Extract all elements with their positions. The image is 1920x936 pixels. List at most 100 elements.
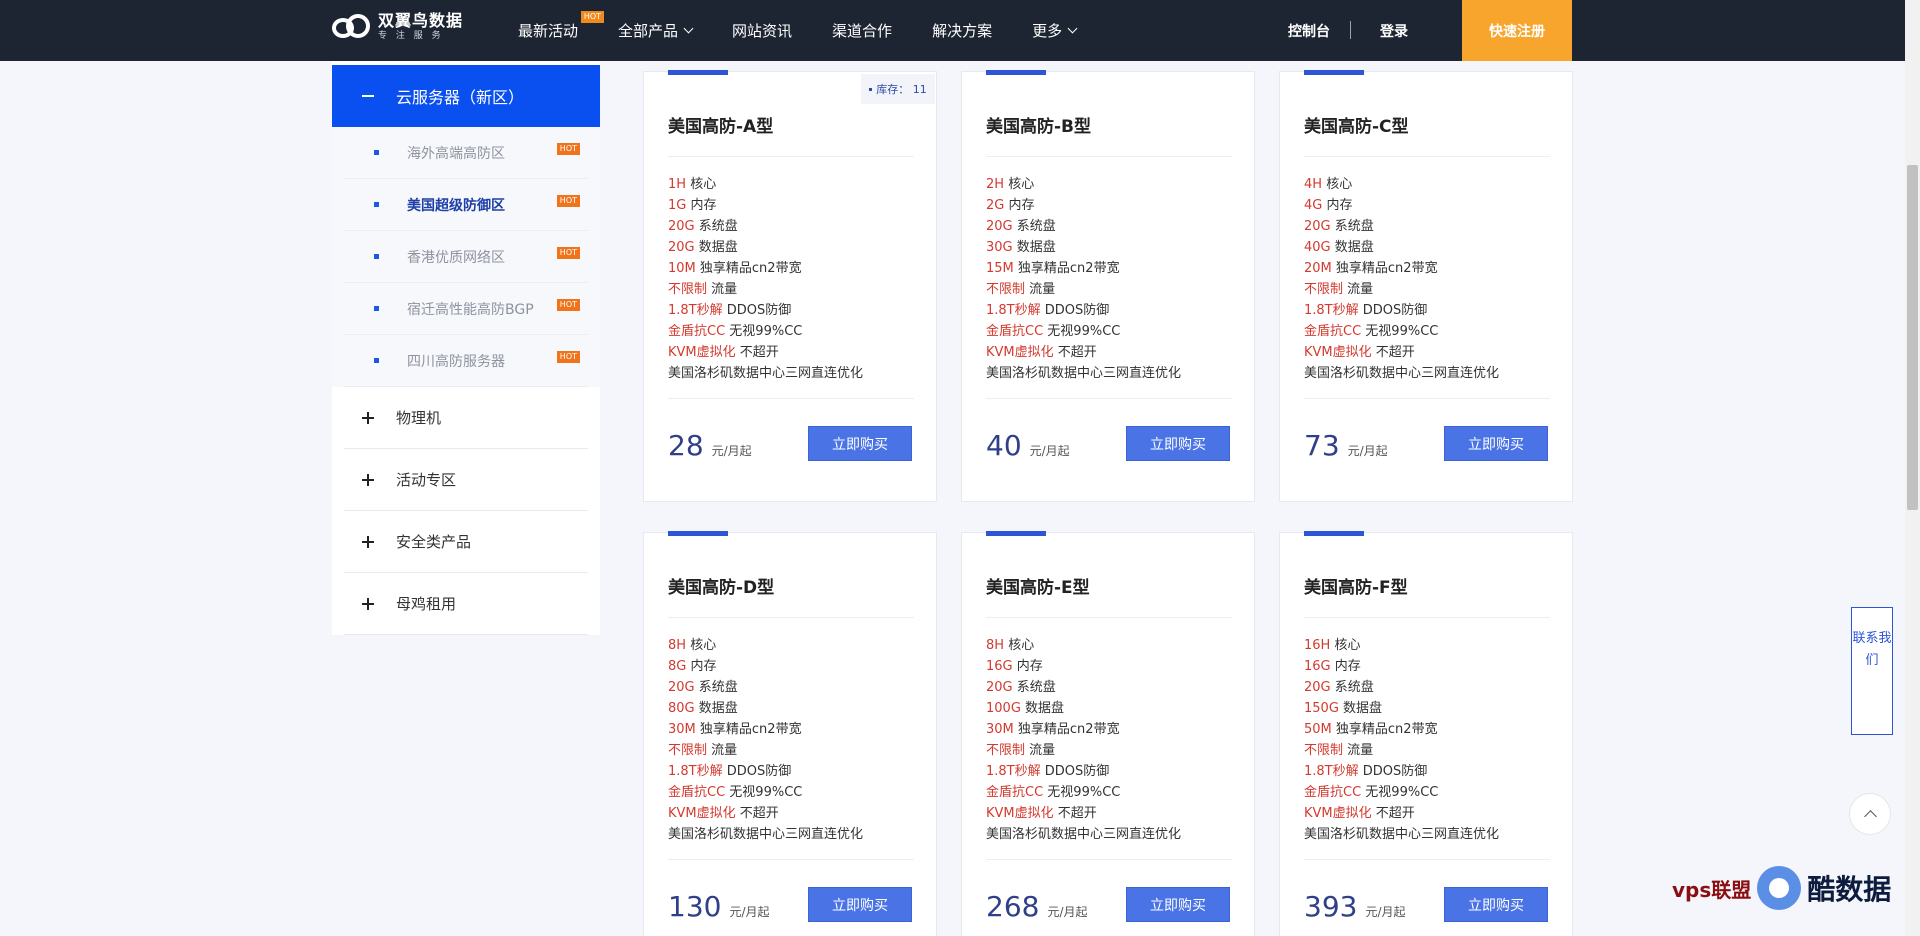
spec-line: 1H 核心 (668, 174, 918, 195)
buy-now-button[interactable]: 立即购买 (808, 887, 912, 922)
register-button[interactable]: 快速注册 (1462, 0, 1572, 61)
spec-label: 流量 (1029, 282, 1056, 297)
card-title: 美国高防-D型 (668, 578, 775, 598)
contact-us-button[interactable]: 联系我们 (1851, 607, 1893, 735)
sidebar-item-host-rental[interactable]: 母鸡租用 (344, 573, 588, 635)
buy-now-button[interactable]: 立即购买 (1126, 887, 1230, 922)
card-title: 美国高防-A型 (668, 117, 774, 137)
nav-site-news[interactable]: 网站资讯 (732, 20, 792, 41)
spec-datacenter: 美国洛杉矶数据中心三网直连优化 (986, 827, 1182, 842)
nav-more[interactable]: 更多 (1032, 20, 1078, 41)
spec-line: KVM虚拟化 不超开 (1304, 342, 1554, 363)
sidebar-subitem[interactable]: 美国超级防御区 HOT (344, 179, 588, 231)
spec-highlight: 金盾抗CC (668, 324, 726, 339)
nav-all-products[interactable]: 全部产品 (618, 20, 694, 41)
spec-highlight: 1H (668, 177, 687, 192)
spec-label: 不超开 (739, 345, 779, 360)
spec-datacenter: 美国洛杉矶数据中心三网直连优化 (1304, 366, 1500, 381)
price-unit: 元/月起 (711, 444, 752, 458)
buy-now-button[interactable]: 立即购买 (808, 426, 912, 461)
spec-highlight: 30G (986, 240, 1013, 255)
spec-line: 8H 核心 (668, 635, 918, 656)
watermark-right-text: 酷数据 (1807, 873, 1892, 906)
sidebar-item-activity-zone[interactable]: 活动专区 (344, 449, 588, 511)
spec-highlight: 20G (668, 240, 695, 255)
price-value: 393 (1304, 890, 1358, 923)
login-link[interactable]: 登录 (1380, 21, 1408, 41)
sidebar-subitem[interactable]: 海外高端高防区 HOT (344, 127, 588, 179)
sidebar-subitem[interactable]: 香港优质网络区 HOT (344, 231, 588, 283)
spec-label: 流量 (1029, 743, 1056, 758)
spec-line: 不限制 流量 (986, 279, 1236, 300)
card-accent (1304, 531, 1364, 536)
spec-label: 无视99%CC (1047, 785, 1121, 800)
divider (668, 859, 914, 860)
spec-label: DDOS防御 (1362, 303, 1428, 318)
nav-solutions[interactable]: 解决方案 (932, 20, 992, 41)
main-nav: 最新活动 HOT 全部产品 网站资讯 渠道合作 解决方案 更多 (518, 0, 1116, 61)
spec-highlight: 10M (668, 261, 696, 276)
sidebar-item-cloud-server[interactable]: 云服务器（新区） (332, 65, 600, 127)
divider (1304, 617, 1550, 618)
spec-label: 独享精品cn2带宽 (1017, 722, 1120, 737)
spec-line: 20G 系统盘 (986, 677, 1236, 698)
spec-label: 独享精品cn2带宽 (1335, 261, 1438, 276)
buy-now-button[interactable]: 立即购买 (1444, 887, 1548, 922)
sidebar-item-physical-machine[interactable]: 物理机 (344, 387, 588, 449)
spec-highlight: KVM虚拟化 (668, 345, 736, 360)
product-card: 库存： 11 美国高防-A型 1H 核心 1G 内存 20G 系统盘 20G 数据盘 10M… (643, 70, 937, 502)
spec-line: 1.8T秒解 DDOS防御 (1304, 300, 1554, 321)
spec-line: 不限制 流量 (668, 740, 918, 761)
spec-list: 8H 核心 16G 内存 20G 系统盘 100G 数据盘 30M 独享精品cn2带宽不… (986, 635, 1236, 845)
spec-line: 美国洛杉矶数据中心三网直连优化 (1304, 824, 1554, 845)
card-title: 美国高防-E型 (986, 578, 1090, 598)
spec-highlight: 150G (1304, 701, 1339, 716)
site-logo[interactable]: 双翼鸟数据 专 注 服 务 (330, 12, 463, 42)
product-card: 美国高防-C型 4H 核心 4G 内存 20G 系统盘 40G 数据盘 20M 独享精品c… (1279, 70, 1573, 502)
spec-line: 16H 核心 (1304, 635, 1554, 656)
spec-highlight: 16G (1304, 659, 1331, 674)
console-link[interactable]: 控制台 (1288, 21, 1330, 41)
bullet-icon (374, 358, 379, 363)
spec-highlight: 不限制 (1304, 282, 1344, 297)
back-to-top-button[interactable] (1849, 793, 1891, 835)
spec-line: 2H 核心 (986, 174, 1236, 195)
spec-highlight: 20G (668, 680, 695, 695)
spec-highlight: KVM虚拟化 (1304, 806, 1372, 821)
spec-highlight: 20M (1304, 261, 1332, 276)
sidebar-item-security-products[interactable]: 安全类产品 (344, 511, 588, 573)
spec-highlight: 20G (986, 219, 1013, 234)
nav-channel-partner[interactable]: 渠道合作 (832, 20, 892, 41)
spec-highlight: 30M (668, 722, 696, 737)
price-value: 130 (668, 890, 722, 923)
spec-label: 独享精品cn2带宽 (699, 722, 802, 737)
spec-label: DDOS防御 (1044, 764, 1110, 779)
nav-latest-activity[interactable]: 最新活动 HOT (518, 11, 605, 41)
spec-highlight: 20G (1304, 680, 1331, 695)
sidebar-subitem[interactable]: 四川高防服务器 HOT (344, 335, 588, 387)
card-price: 268 元/月起 (986, 891, 1088, 928)
spec-label: 独享精品cn2带宽 (699, 261, 802, 276)
spec-line: 美国洛杉矶数据中心三网直连优化 (668, 824, 918, 845)
buy-now-button[interactable]: 立即购买 (1444, 426, 1548, 461)
spec-label: 流量 (711, 282, 738, 297)
card-price: 130 元/月起 (668, 891, 770, 928)
buy-now-button[interactable]: 立即购买 (1126, 426, 1230, 461)
price-unit: 元/月起 (729, 905, 770, 919)
spec-highlight: KVM虚拟化 (1304, 345, 1372, 360)
stock-value: 11 (912, 82, 927, 96)
spec-line: 10M 独享精品cn2带宽 (668, 258, 918, 279)
spec-line: 16G 内存 (1304, 656, 1554, 677)
page-scrollbar-thumb[interactable] (1907, 165, 1918, 510)
card-title: 美国高防-F型 (1304, 578, 1408, 598)
spec-line: KVM虚拟化 不超开 (1304, 803, 1554, 824)
plus-icon (362, 535, 374, 548)
card-accent (986, 531, 1046, 536)
divider (986, 398, 1232, 399)
sidebar-subitem[interactable]: 宿迁高性能高防BGP HOT (344, 283, 588, 335)
spec-highlight: 不限制 (986, 743, 1026, 758)
spec-label: DDOS防御 (1362, 764, 1428, 779)
spec-highlight: 1.8T秒解 (1304, 303, 1359, 318)
spec-datacenter: 美国洛杉矶数据中心三网直连优化 (986, 366, 1182, 381)
spec-line: 不限制 流量 (1304, 279, 1554, 300)
